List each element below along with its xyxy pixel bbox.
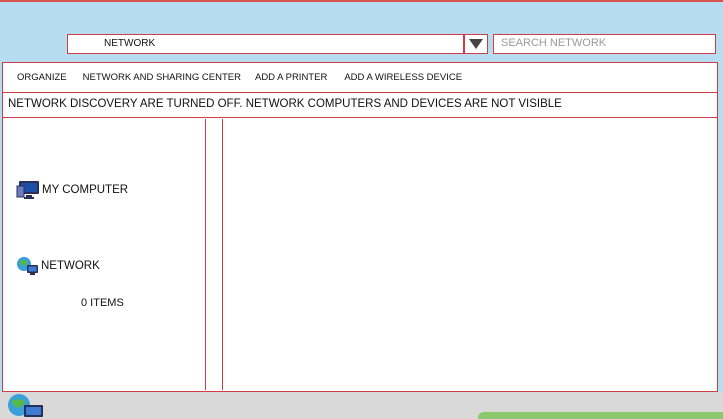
network-icon (17, 257, 38, 275)
triangle-down-icon (469, 39, 483, 49)
nav-item-label: MY COMPUTER (42, 184, 129, 196)
nav-item-label: NETWORK (41, 260, 100, 272)
address-path: NETWORK (104, 38, 156, 49)
add-wireless-device-button[interactable]: ADD A WIRELESS DEVICE (344, 72, 462, 83)
organize-button[interactable]: ORGANIZE (17, 72, 67, 83)
content-pane[interactable] (223, 119, 717, 390)
add-printer-button[interactable]: ADD A PRINTER (255, 72, 327, 83)
search-input[interactable]: SEARCH NETWORK (493, 34, 716, 54)
items-count: 0 ITEMS (81, 297, 124, 309)
window-top-edge (0, 0, 723, 2)
search-placeholder: SEARCH NETWORK (501, 37, 607, 49)
explorer-window: ORGANIZE NETWORK AND SHARING CENTER ADD … (2, 62, 718, 392)
info-bar-message: NETWORK DISCOVERY ARE TURNED OFF. NETWOR… (8, 98, 562, 110)
address-dropdown-button[interactable] (464, 34, 488, 54)
nav-item-my-computer[interactable]: MY COMPUTER (16, 180, 128, 200)
computer-icon (16, 181, 39, 199)
toolbar: ORGANIZE NETWORK AND SHARING CENTER ADD … (3, 63, 717, 93)
navigation-pane: MY COMPUTER NETWORK 0 ITEMS (3, 119, 206, 390)
network-sharing-center-button[interactable]: NETWORK AND SHARING CENTER (83, 72, 241, 83)
network-discovery-info-bar[interactable]: NETWORK DISCOVERY ARE TURNED OFF. NETWOR… (3, 94, 717, 118)
nav-item-network[interactable]: NETWORK (15, 256, 100, 276)
pane-splitter[interactable] (206, 119, 223, 390)
decorative-corner (478, 412, 723, 419)
address-bar[interactable]: NETWORK (67, 34, 464, 54)
network-icon (8, 394, 43, 417)
